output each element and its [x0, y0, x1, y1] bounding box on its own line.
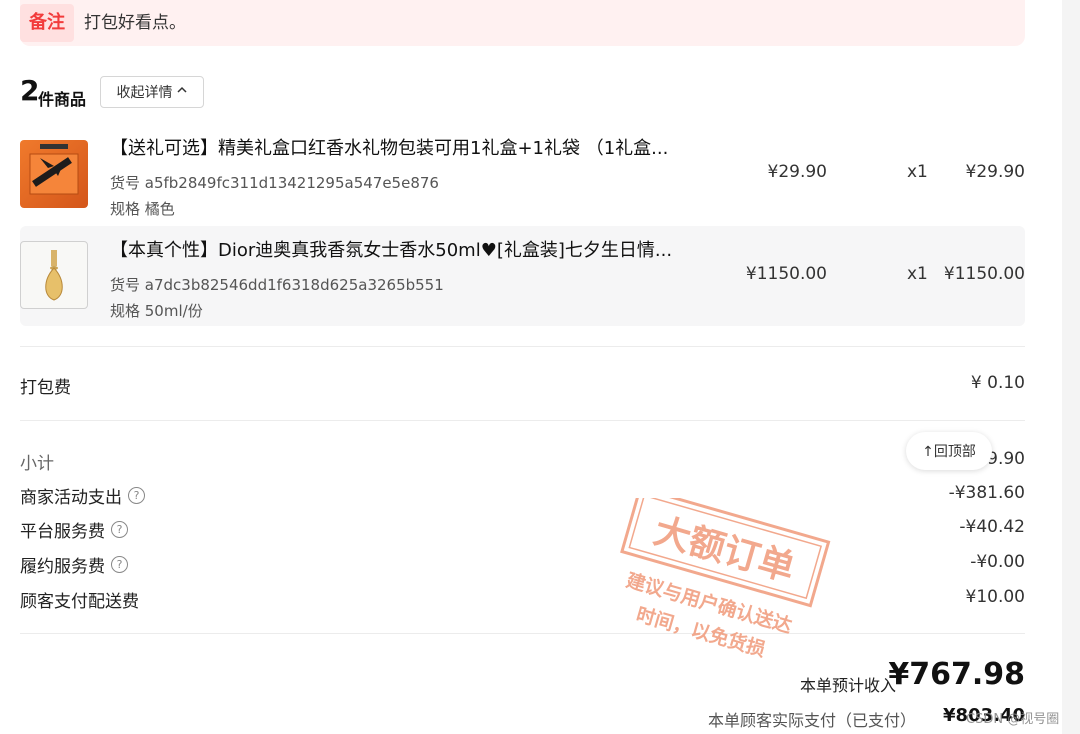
help-icon[interactable]: ?	[111, 556, 128, 573]
packing-fee-label-text: 打包费	[20, 378, 71, 398]
chevron-up-icon	[176, 84, 188, 100]
estimated-income-value: ¥767.98	[888, 657, 1025, 692]
fulfillment-fee-label: 履约服务费	[20, 557, 105, 577]
divider	[20, 633, 1025, 634]
product-spec: 规格 50ml/份	[110, 302, 203, 320]
platform-fee-label: 平台服务费	[20, 522, 105, 542]
product-quantity: x1	[907, 162, 928, 182]
product-sku: 货号 a5fb2849fc311d13421295a547e5e876	[110, 174, 439, 192]
product-image-perfume	[20, 241, 88, 309]
help-icon[interactable]: ?	[128, 487, 145, 504]
goods-item[interactable]: 【送礼可选】精美礼盒口红香水礼物包装可用1礼盒+1礼袋 （1礼盒... 货号 a…	[20, 124, 1025, 224]
subtotal-label: 小计	[20, 449, 54, 474]
product-quantity: x1	[907, 264, 928, 284]
goods-count: 2	[20, 74, 40, 107]
divider	[20, 420, 1025, 421]
subtotal-label-text: 小计	[20, 454, 54, 474]
product-total: ¥29.90	[965, 162, 1025, 182]
packing-fee-value: ¥ 0.10	[970, 373, 1025, 393]
product-unit-price: ¥29.90	[767, 162, 827, 182]
customer-paid-label: 本单顾客实际支付（已支付）	[708, 711, 917, 730]
stamp-title: 大额订单	[649, 511, 799, 590]
order-note-bar: 备注 打包好看点。	[20, 0, 1025, 46]
divider	[20, 346, 1025, 347]
product-unit-price: ¥1150.00	[745, 264, 827, 284]
product-title[interactable]: 【本真个性】Dior迪奥真我香氛女士香水50ml♥[礼盒装]七夕生日情...	[110, 236, 672, 262]
subtotal-value: 9.90	[987, 449, 1025, 469]
product-spec: 规格 橘色	[110, 200, 175, 218]
product-title[interactable]: 【送礼可选】精美礼盒口红香水礼物包装可用1礼盒+1礼袋 （1礼盒...	[110, 134, 668, 160]
note-text: 打包好看点。	[84, 13, 186, 33]
delivery-fee-value: ¥10.00	[965, 587, 1025, 607]
delivery-fee-label: 顾客支付配送费	[20, 592, 139, 612]
delivery-fee-row: 顾客支付配送费	[20, 587, 139, 612]
product-total: ¥1150.00	[943, 264, 1025, 284]
product-sku: 货号 a7dc3b82546dd1f6318d625a3265b551	[110, 276, 444, 294]
fulfillment-fee-value: -¥0.00	[970, 552, 1025, 572]
back-to-top-button[interactable]: ↑回顶部	[906, 432, 992, 470]
fulfillment-fee-row: 履约服务费 ?	[20, 552, 128, 577]
collapse-details-label: 收起详情	[116, 85, 173, 101]
merchant-activity-value: -¥381.60	[948, 483, 1025, 503]
platform-fee-value: -¥40.42	[959, 517, 1025, 537]
large-order-stamp: 大额订单 建议与用户确认送达 时间，以免货损	[620, 498, 831, 661]
packing-fee-label: 打包费	[20, 373, 71, 398]
collapse-details-button[interactable]: 收起详情	[100, 76, 204, 108]
platform-fee-row: 平台服务费 ?	[20, 517, 128, 542]
estimated-income-label: 本单预计收入	[800, 676, 897, 695]
goods-item[interactable]: 【本真个性】Dior迪奥真我香氛女士香水50ml♥[礼盒装]七夕生日情... 货…	[20, 226, 1025, 326]
right-scroll-area	[1062, 0, 1080, 734]
merchant-activity-label: 商家活动支出	[20, 488, 122, 508]
note-tag: 备注	[20, 4, 74, 42]
source-watermark: CSDN @视号圈	[966, 712, 1060, 727]
product-image-gift-box	[20, 140, 88, 208]
goods-count-label: 件商品	[38, 90, 87, 109]
merchant-activity-row: 商家活动支出 ?	[20, 483, 145, 508]
help-icon[interactable]: ?	[111, 521, 128, 538]
